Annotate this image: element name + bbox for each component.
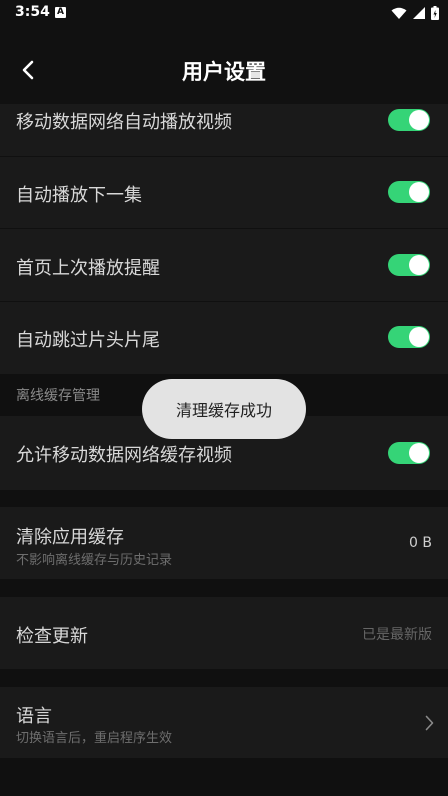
version-status: 已是最新版 [362,627,432,643]
setting-row-skip-intro-outro[interactable]: 自动跳过片头片尾 [0,302,448,374]
setting-row-check-update[interactable]: 检查更新 已是最新版 [0,597,448,669]
toggle-knob [409,110,429,130]
signal-icon [413,7,425,19]
mobile-autoplay-toggle[interactable] [388,109,430,131]
setting-label: 检查更新 [16,626,88,647]
chevron-right-icon [425,715,434,731]
setting-label: 语言 [16,706,52,727]
autoplay-next-toggle[interactable] [388,181,430,203]
setting-label: 自动跳过片头片尾 [16,330,160,351]
toast-message: 清理缓存成功 [142,379,306,439]
section-title-offline-cache: 离线缓存管理 [16,388,100,404]
setting-sublabel: 不影响离线缓存与历史记录 [16,553,173,568]
page-title: 用户设置 [182,60,266,84]
setting-label: 自动播放下一集 [16,185,142,206]
status-time: 3:54 [15,4,50,20]
toggle-knob [409,327,429,347]
wifi-icon [391,7,407,19]
setting-label: 移动数据网络自动播放视频 [16,112,232,133]
setting-label: 允许移动数据网络缓存视频 [16,445,232,466]
setting-row-language[interactable]: 语言 切换语言后，重启程序生效 [0,687,448,758]
toast-text: 清理缓存成功 [175,401,272,420]
setting-label: 清除应用缓存 [16,527,124,548]
setting-row-autoplay-next[interactable]: 自动播放下一集 [0,157,448,228]
toggle-knob [409,443,429,463]
setting-row-clear-cache[interactable]: 清除应用缓存 不影响离线缓存与历史记录 0 B [0,507,448,579]
setting-sublabel: 切换语言后，重启程序生效 [16,731,173,746]
status-bar: 3:54 A [0,0,448,28]
toggle-knob [409,255,429,275]
notification-icon: A [55,7,66,18]
setting-label: 首页上次播放提醒 [16,258,160,279]
setting-row-last-play-reminder[interactable]: 首页上次播放提醒 [0,229,448,301]
cache-size-value: 0 B [409,535,432,551]
skip-intro-outro-toggle[interactable] [388,326,430,348]
toggle-knob [409,182,429,202]
allow-mobile-cache-toggle[interactable] [388,442,430,464]
user-settings-screen: 3:54 A 用户设置 移动数据网络自动播放视频 自动播放下一集 首页上次播放提… [0,0,448,796]
setting-row-mobile-autoplay[interactable]: 移动数据网络自动播放视频 [0,104,448,156]
app-header: 用户设置 [0,28,448,104]
last-play-reminder-toggle[interactable] [388,254,430,276]
battery-icon [431,6,439,20]
status-icons [391,6,439,20]
